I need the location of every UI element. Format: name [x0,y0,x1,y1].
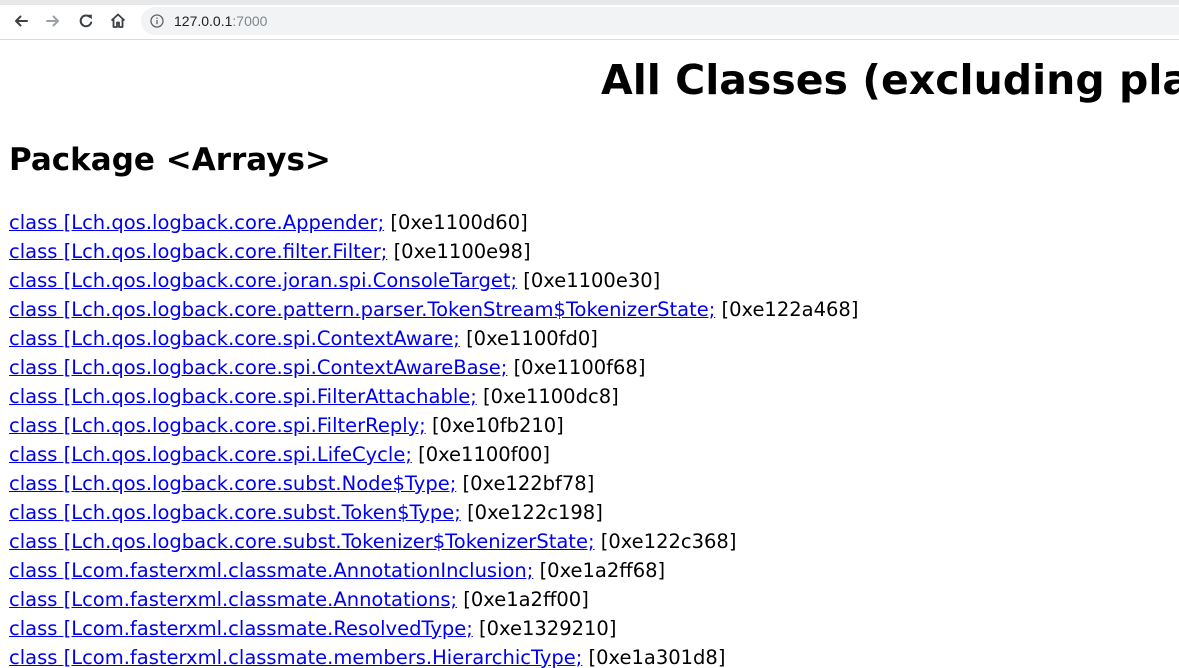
class-address: [0xe122c368] [600,530,737,553]
class-address: [0xe122a468] [721,298,859,321]
class-address: [0xe1100fd0] [466,327,598,350]
class-link[interactable]: class [Lch.qos.logback.core.filter.Filte… [9,240,387,263]
class-address: [0xe1a2ff68] [539,559,666,582]
page-content: All Classes (excluding platf Package <Ar… [0,40,1179,668]
class-list-item: class [Lch.qos.logback.core.Appender; [0… [9,208,858,237]
class-list-item: class [Lch.qos.logback.core.pattern.pars… [9,295,858,324]
forward-button[interactable] [41,9,65,33]
page-title: All Classes (excluding platf [601,56,1179,104]
reload-icon [79,14,93,28]
class-link[interactable]: class [Lcom.fasterxml.classmate.members.… [9,646,582,668]
class-list-item: class [Lch.qos.logback.core.spi.FilterRe… [9,411,858,440]
class-link[interactable]: class [Lch.qos.logback.core.subst.Node$T… [9,472,456,495]
class-list-item: class [Lch.qos.logback.core.subst.Token$… [9,498,858,527]
back-arrow-icon [15,15,28,27]
class-address: [0xe122c198] [467,501,603,524]
url-text[interactable]: 127.0.0.1:7000 [174,12,267,30]
class-address: [0xe1100e30] [523,269,661,292]
class-link[interactable]: class [Lch.qos.logback.core.joran.spi.Co… [9,269,517,292]
forward-arrow-icon [46,15,59,27]
class-list-item: class [Lcom.fasterxml.classmate.members.… [9,643,858,668]
class-address: [0xe1329210] [479,617,617,640]
class-link[interactable]: class [Lch.qos.logback.core.subst.Tokeni… [9,530,595,553]
reload-button[interactable] [74,9,98,33]
class-list-item: class [Lch.qos.logback.core.spi.LifeCycl… [9,440,858,469]
address-bar[interactable]: 127.0.0.1:7000 [141,7,1179,35]
class-link[interactable]: class [Lch.qos.logback.core.Appender; [9,211,384,234]
class-list-item: class [Lch.qos.logback.core.filter.Filte… [9,237,858,266]
class-link[interactable]: class [Lch.qos.logback.core.spi.ContextA… [9,356,507,379]
class-link[interactable]: class [Lch.qos.logback.core.spi.LifeCycl… [9,443,412,466]
info-icon[interactable] [150,14,164,28]
package-heading: Package <Arrays> [9,142,331,178]
class-address: [0xe1a2ff00] [463,588,589,611]
class-link[interactable]: class [Lch.qos.logback.core.pattern.pars… [9,298,715,321]
class-list-item: class [Lch.qos.logback.core.spi.ContextA… [9,353,858,382]
class-list-item: class [Lch.qos.logback.core.subst.Node$T… [9,469,858,498]
class-list: class [Lch.qos.logback.core.Appender; [0… [9,208,858,668]
class-link[interactable]: class [Lcom.fasterxml.classmate.Annotati… [9,559,533,582]
class-address: [0xe1100f00] [418,443,550,466]
class-list-item: class [Lch.qos.logback.core.spi.ContextA… [9,324,858,353]
home-icon [110,13,126,28]
class-address: [0xe1100e98] [393,240,531,263]
class-list-item: class [Lch.qos.logback.core.subst.Tokeni… [9,527,858,556]
back-button[interactable] [9,9,33,33]
class-link[interactable]: class [Lch.qos.logback.core.subst.Token$… [9,501,461,524]
class-address: [0xe122bf78] [462,472,595,495]
class-address: [0xe1100d60] [390,211,528,234]
class-list-item: class [Lcom.fasterxml.classmate.Annotati… [9,585,858,614]
class-list-item: class [Lcom.fasterxml.classmate.Resolved… [9,614,858,643]
home-button[interactable] [106,9,130,33]
class-link[interactable]: class [Lcom.fasterxml.classmate.Resolved… [9,617,473,640]
class-list-item: class [Lch.qos.logback.core.spi.FilterAt… [9,382,858,411]
class-list-item: class [Lch.qos.logback.core.joran.spi.Co… [9,266,858,295]
class-link[interactable]: class [Lcom.fasterxml.classmate.Annotati… [9,588,457,611]
tab-strip-edge [0,0,1179,5]
class-list-item: class [Lcom.fasterxml.classmate.Annotati… [9,556,858,585]
class-address: [0xe10fb210] [431,414,564,437]
url-port: :7000 [232,13,268,29]
class-address: [0xe1a301d8] [588,646,726,668]
browser-toolbar: 127.0.0.1:7000 [0,0,1179,40]
class-address: [0xe1100dc8] [483,385,619,408]
url-host: 127.0.0.1 [174,13,233,29]
class-address: [0xe1100f68] [513,356,646,379]
class-link[interactable]: class [Lch.qos.logback.core.spi.ContextA… [9,327,460,350]
class-link[interactable]: class [Lch.qos.logback.core.spi.FilterAt… [9,385,477,408]
class-link[interactable]: class [Lch.qos.logback.core.spi.FilterRe… [9,414,426,437]
